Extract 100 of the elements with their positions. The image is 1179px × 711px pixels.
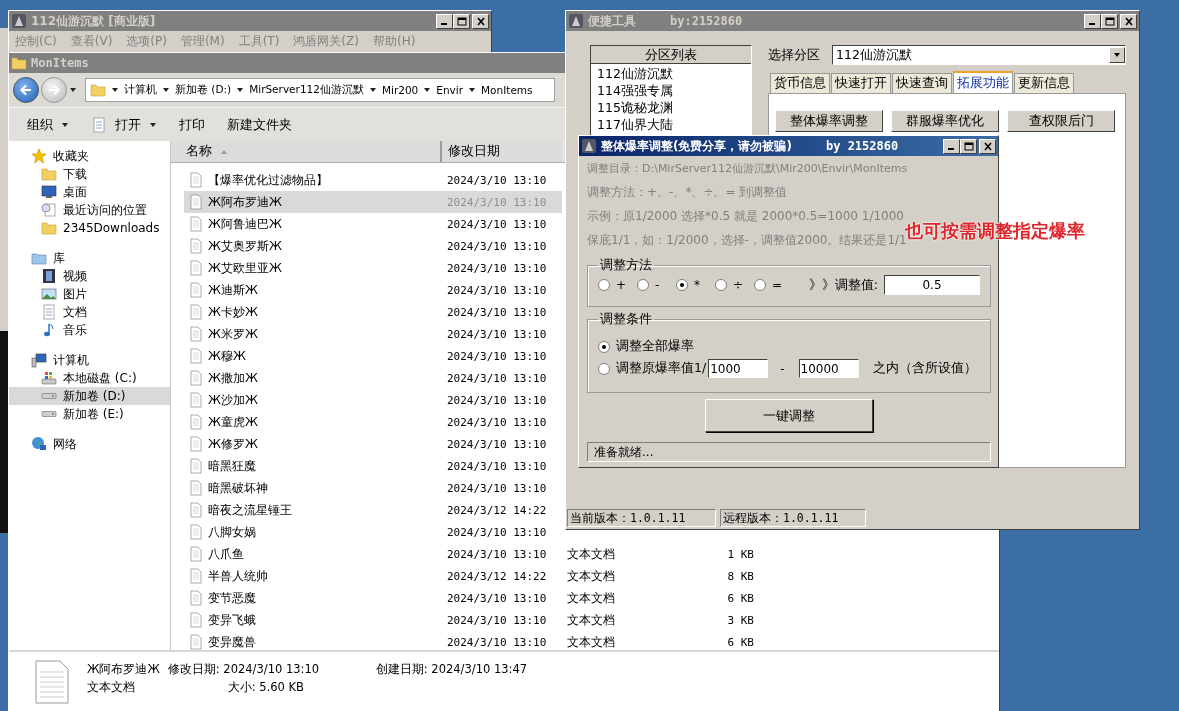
radio-option[interactable]: 调整原爆率值1/ (598, 360, 707, 377)
server-list[interactable]: 分区列表 112仙游沉默 114强强专属 115诡秘龙渊 117仙界大陆 (590, 45, 752, 137)
document-icon (188, 348, 204, 364)
file-name-cell[interactable]: Ж迪斯Ж (184, 279, 442, 301)
file-name-cell[interactable]: Ж米罗Ж (184, 323, 442, 345)
file-name-cell[interactable]: 变异飞蛾 (184, 609, 442, 631)
file-name-cell[interactable]: Ж修罗Ж (184, 433, 442, 455)
file-type: 文本文档 (566, 589, 616, 607)
address-bar[interactable]: 计算机 新加卷 (D:) MirServer112仙游沉默 Mir200 Envir MonItems (85, 78, 555, 102)
file-name-cell[interactable]: Ж阿布罗迪Ж (184, 191, 442, 213)
file-name-cell[interactable]: 八脚女娲 (184, 521, 442, 543)
file-date: 2024/3/10 13:10 (446, 238, 548, 255)
file-date: 2024/3/10 13:10 (446, 414, 548, 431)
window-title: 便捷工具 (588, 12, 636, 30)
breadcrumb-item[interactable]: 计算机 (124, 83, 157, 97)
radio-option[interactable]: * (676, 278, 715, 292)
radio-option[interactable]: 调整全部爆率 (598, 338, 694, 355)
breadcrumb-item[interactable]: MirServer112仙游沉默 (249, 83, 364, 97)
file-name-cell[interactable]: Ж撒加Ж (184, 367, 442, 389)
file-name-cell[interactable]: 暗黑狂魔 (184, 455, 442, 477)
radio-option[interactable]: + (598, 278, 637, 292)
toolbar-button[interactable]: 新建文件夹 (223, 113, 296, 136)
radio-button[interactable] (637, 279, 649, 291)
radio-button[interactable] (676, 279, 688, 291)
toolbar-button[interactable]: 组织 (23, 113, 73, 136)
file-date: 2024/3/10 13:10 (446, 480, 548, 497)
file-name-cell[interactable]: 半兽人统帅 (184, 565, 442, 587)
tab[interactable]: 拓展功能 (953, 71, 1013, 93)
radio-button[interactable] (754, 279, 766, 291)
nav-item[interactable]: 音乐 (9, 321, 170, 339)
list-item[interactable]: 114强强专属 (591, 81, 751, 98)
nav-item[interactable]: 本地磁盘 (C:) (9, 369, 170, 387)
close-button[interactable] (979, 138, 996, 154)
file-name-cell[interactable]: 暗夜之流星锤王 (184, 499, 442, 521)
nav-item[interactable]: 2345Downloads (9, 219, 170, 237)
close-icon (982, 141, 993, 151)
radio-button[interactable] (598, 362, 610, 375)
tab[interactable]: 更新信息 (1014, 73, 1074, 93)
action-button[interactable]: 查权限后门 (1007, 110, 1115, 132)
nav-item[interactable]: 计算机 (9, 351, 170, 369)
action-button[interactable]: 群服爆率优化 (891, 110, 999, 132)
radio-button[interactable] (715, 279, 727, 291)
value-field[interactable]: 0.5 (884, 275, 980, 295)
file-name-cell[interactable]: 【爆率优化过滤物品】 (184, 169, 442, 191)
list-item[interactable]: 117仙界大陆 (591, 115, 751, 132)
range-to-field[interactable]: 10000 (798, 359, 859, 378)
breadcrumb-item[interactable]: MonItems (481, 84, 533, 96)
file-name-cell[interactable]: Ж童虎Ж (184, 411, 442, 433)
nav-item[interactable]: 最近访问的位置 (9, 201, 170, 219)
radio-option[interactable]: = (754, 278, 793, 292)
nav-item[interactable]: 库 (9, 249, 170, 267)
file-size: 大小: 5.60 KB (226, 679, 305, 695)
maximize-icon (963, 141, 974, 151)
apply-button[interactable]: 一键调整 (705, 399, 873, 432)
nav-item[interactable]: 收藏夹 (9, 147, 170, 165)
nav-item[interactable]: 新加卷 (D:) (9, 387, 170, 405)
tab[interactable]: 货币信息 (770, 73, 830, 93)
radio-button[interactable] (598, 279, 610, 291)
radio-option[interactable]: - (637, 278, 676, 292)
radio-button[interactable] (598, 340, 610, 353)
maximize-button[interactable] (960, 138, 977, 154)
nav-item[interactable]: 文档 (9, 303, 170, 321)
file-name-cell[interactable]: Ж沙加Ж (184, 389, 442, 411)
list-item[interactable]: 115诡秘龙渊 (591, 98, 751, 115)
range-from-field[interactable]: 1000 (708, 359, 769, 378)
app-icon (568, 13, 584, 29)
breadcrumb-item[interactable]: Mir200 (381, 84, 419, 96)
tab[interactable]: 快速查询 (892, 73, 952, 93)
server-dropdown[interactable]: 112仙游沉默 (832, 45, 1126, 65)
column-header[interactable]: 修改日期 (442, 141, 562, 162)
file-name: Ж穆Ж (208, 347, 246, 365)
breadcrumb-item[interactable]: Envir (436, 84, 464, 96)
file-name-cell[interactable]: 八爪鱼 (184, 543, 442, 565)
file-name-cell[interactable]: 暗黑破坏神 (184, 477, 442, 499)
radio-option[interactable]: ÷ (715, 278, 754, 292)
nav-item[interactable]: 网络 (9, 435, 170, 453)
toolbar-button[interactable]: 打开 (87, 113, 161, 136)
back-button[interactable] (13, 77, 39, 103)
nav-item[interactable]: 视频 (9, 267, 170, 285)
file-name-cell[interactable]: Ж阿鲁迪巴Ж (184, 213, 442, 235)
toolbar-button[interactable]: 打印 (175, 113, 209, 136)
file-name-cell[interactable]: Ж卡妙Ж (184, 301, 442, 323)
file-name-cell[interactable]: 变节恶魔 (184, 587, 442, 609)
nav-item[interactable]: 桌面 (9, 183, 170, 201)
file-date: 2024/3/10 13:10 (446, 546, 548, 563)
action-button[interactable]: 整体爆率调整 (775, 110, 883, 132)
file-name-cell[interactable]: Ж艾欧里亚Ж (184, 257, 442, 279)
minimize-button[interactable] (943, 138, 960, 154)
list-item[interactable]: 112仙游沉默 (591, 64, 751, 81)
nav-item[interactable]: 新加卷 (E:) (9, 405, 170, 423)
file-name-cell[interactable]: Ж穆Ж (184, 345, 442, 367)
file-name-cell[interactable]: Ж艾奥罗斯Ж (184, 235, 442, 257)
file-type: 文本文档 (87, 679, 136, 695)
nav-item[interactable]: 图片 (9, 285, 170, 303)
forward-button[interactable] (41, 77, 67, 103)
nav-item[interactable]: 下载 (9, 165, 170, 183)
column-header[interactable]: 名称 (171, 141, 442, 162)
breadcrumb-item[interactable]: 新加卷 (D:) (175, 83, 232, 97)
tab[interactable]: 快速打开 (831, 73, 891, 93)
file-name-cell[interactable]: 变异魔兽 (184, 631, 442, 653)
